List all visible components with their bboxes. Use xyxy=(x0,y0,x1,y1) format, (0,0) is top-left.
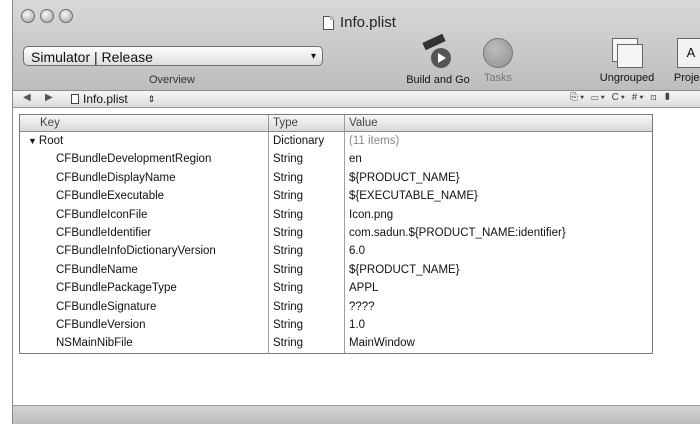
row-key: CFBundleVersion xyxy=(20,315,269,335)
project-icon: A xyxy=(677,38,700,68)
row-key: CFBundleInfoDictionaryVersion xyxy=(20,242,269,261)
row-key: CFBundleName xyxy=(20,260,269,280)
table-header: Key Type Value xyxy=(20,115,652,132)
row-value: APPL xyxy=(349,282,379,295)
table-row[interactable]: CFBundleIdentifier String com.sadun.${PROD… xyxy=(20,223,652,243)
window-title-text: Info.plist xyxy=(340,14,396,31)
forward-arrow-icon[interactable]: ▶ xyxy=(45,92,53,103)
windows-icon xyxy=(612,38,643,68)
row-value: 1.0 xyxy=(349,318,365,331)
table-row[interactable]: CFBundleVersion String 1.0 xyxy=(20,315,652,335)
table-row[interactable]: CFBundleIconFile String Icon.png xyxy=(20,205,652,224)
row-value: ${PRODUCT_NAME} xyxy=(349,171,460,184)
row-type: String xyxy=(269,242,345,261)
row-value: en xyxy=(349,153,362,166)
updown-arrows-icon: ⇕ xyxy=(147,93,156,104)
column-header-type[interactable]: Type xyxy=(269,115,345,131)
row-key: CFBundleSignature xyxy=(20,297,269,316)
row-value: MainWindow xyxy=(349,337,415,350)
row-value: com.sadun.${PRODUCT_NAME:identifier} xyxy=(349,226,566,239)
table-row[interactable]: CFBundleName String ${PRODUCT_NAME} xyxy=(20,260,652,280)
file-popup[interactable]: Info.plist ⇕ xyxy=(71,92,155,106)
row-type: String xyxy=(269,150,345,169)
row-type: String xyxy=(269,260,345,280)
ungrouped-button[interactable]: Ungrouped xyxy=(588,38,666,84)
document-icon xyxy=(323,15,334,30)
overview-label: Overview xyxy=(149,74,195,86)
build-and-go-button[interactable]: Build and Go xyxy=(398,33,478,86)
root-value: (11 items) xyxy=(349,135,400,147)
root-key: Root xyxy=(38,135,64,147)
root-type: Dictionary xyxy=(269,132,345,151)
xcode-window: Info.plist Simulator | Release ▾ Overvie… xyxy=(12,0,700,424)
column-header-key[interactable]: Key xyxy=(20,115,269,131)
row-type: String xyxy=(269,315,345,335)
row-value: 6.0 xyxy=(349,245,365,258)
row-key: CFBundleIdentifier xyxy=(20,223,269,243)
file-icon xyxy=(71,94,79,104)
table-row[interactable]: CFBundleDisplayName String ${PRODUCT_NAME} xyxy=(20,168,652,188)
row-type: String xyxy=(269,279,345,298)
scheme-label: Simulator | Release xyxy=(31,49,153,65)
table-row[interactable]: CFBundleSignature String???? xyxy=(20,297,652,316)
tasks-label: Tasks xyxy=(483,72,513,84)
file-popup-label: Info.plist xyxy=(83,92,128,106)
popup-arrows-icon: ▾ xyxy=(310,51,316,62)
row-type: String xyxy=(269,168,345,188)
zoom-button[interactable] xyxy=(59,9,73,23)
row-key: CFBundleDevelopmentRegion xyxy=(20,150,269,169)
row-value: ${PRODUCT_NAME} xyxy=(349,263,460,276)
plist-editor: Key Type Value ▼ Root Dictionary (11 item… xyxy=(13,108,700,406)
row-type: String xyxy=(269,334,345,353)
window-title: Info.plist xyxy=(323,14,443,31)
build-and-go-label: Build and Go xyxy=(406,74,470,86)
row-value: ${EXECUTABLE_NAME} xyxy=(349,190,478,203)
table-row[interactable]: CFBundlePackageType String APPL xyxy=(20,279,652,298)
row-key: CFBundleExecutable xyxy=(20,187,269,206)
stop-icon xyxy=(483,38,513,68)
row-type: String xyxy=(269,205,345,224)
table-row-root[interactable]: ▼ Root Dictionary (11 items) xyxy=(20,132,652,151)
minimize-button[interactable] xyxy=(40,9,54,23)
table-row[interactable]: CFBundleDevelopmentRegion String en xyxy=(20,150,652,169)
tasks-button[interactable]: Tasks xyxy=(478,38,518,84)
column-header-value[interactable]: Value xyxy=(345,115,652,131)
row-type: String xyxy=(269,297,345,316)
row-type: String xyxy=(269,187,345,206)
active-scheme-popup[interactable]: Simulator | Release ▾ xyxy=(23,46,323,66)
table-row[interactable]: CFBundleExecutable String ${EXECUTABLE_NAM… xyxy=(20,187,652,206)
plist-table: Key Type Value ▼ Root Dictionary (11 item… xyxy=(19,114,653,354)
back-arrow-icon[interactable]: ◀ xyxy=(23,92,31,103)
project-label: Project xyxy=(673,72,700,84)
table-row[interactable]: CFBundleInfoDictionaryVersion String 6.0 xyxy=(20,242,652,261)
navigation-bar: ◀ ▶ Info.plist ⇕ ⎘▾ ▭▾ C▾ #▾ ⊡ ▮ xyxy=(13,91,700,108)
root-key-cell: ▼ Root xyxy=(20,132,269,151)
row-value: ???? xyxy=(349,300,375,313)
toolbar: Info.plist Simulator | Release ▾ Overvie… xyxy=(13,0,700,91)
disclosure-triangle-icon[interactable]: ▼ xyxy=(28,132,37,150)
editor-controls[interactable]: ⎘▾ ▭▾ C▾ #▾ ⊡ ▮ xyxy=(570,92,673,103)
table-rows: CFBundleDevelopmentRegion String en CFBundl… xyxy=(20,150,652,353)
status-bar xyxy=(13,405,700,424)
row-key: CFBundleIconFile xyxy=(20,205,269,224)
project-button[interactable]: A Project xyxy=(661,38,700,84)
row-key: CFBundlePackageType xyxy=(20,279,269,298)
close-button[interactable] xyxy=(21,9,35,23)
row-key: CFBundleDisplayName xyxy=(20,168,269,188)
ungrouped-label: Ungrouped xyxy=(599,72,655,84)
hammer-play-icon xyxy=(421,33,455,70)
row-key: NSMainNibFile xyxy=(20,334,269,353)
row-type: String xyxy=(269,223,345,243)
row-value: Icon.png xyxy=(349,208,394,221)
table-row[interactable]: NSMainNibFile String MainWindow xyxy=(20,334,652,353)
